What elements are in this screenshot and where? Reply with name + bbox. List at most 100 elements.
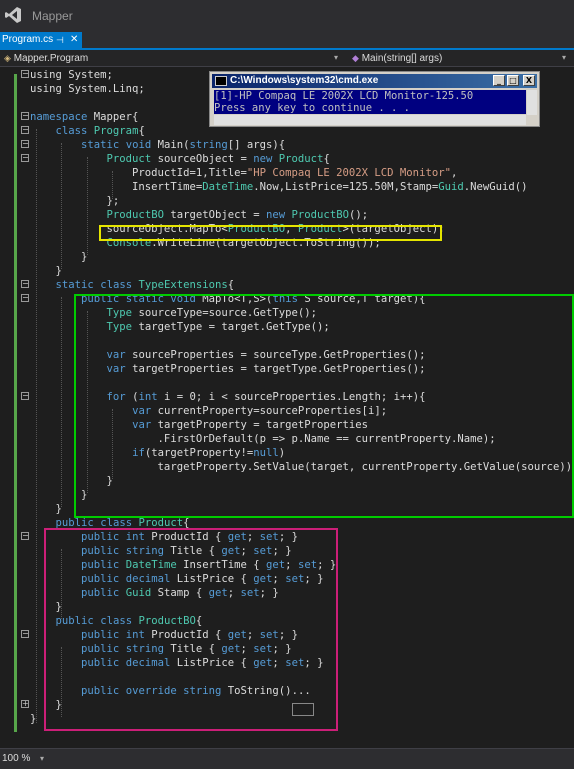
code-token: void	[125, 139, 152, 151]
code-token: new	[266, 209, 286, 221]
console-title: C:\Windows\system32\cmd.exe	[230, 75, 379, 86]
code-token: }	[30, 251, 88, 263]
code-editor[interactable]: − − − − − − − − − − + using System; using…	[0, 67, 574, 747]
code-token: namespace	[30, 111, 88, 123]
chevron-down-icon[interactable]: ▾	[334, 50, 338, 66]
code-line: using System.Linq;	[30, 82, 145, 96]
code-token: DateTime	[202, 181, 254, 193]
collapse-icon[interactable]: −	[21, 294, 29, 302]
collapse-icon[interactable]: −	[21, 140, 29, 148]
code-token: ProductBO	[106, 209, 164, 221]
code-line: ProductBO targetObject = new ProductBO()…	[30, 208, 369, 222]
code-token: {	[227, 279, 235, 291]
code-token: Main(	[151, 139, 190, 151]
code-token: .NewGuid()	[463, 181, 528, 193]
pin-icon[interactable]: ⊣	[56, 32, 64, 48]
code-token: }	[30, 503, 62, 515]
code-token: sourceObject =	[151, 153, 254, 165]
code-line: InsertTime=DateTime.Now,ListPrice=125.50…	[30, 180, 528, 194]
type-dropdown[interactable]: ◈ Mapper.Program	[4, 50, 88, 67]
code-token: targetObject =	[163, 209, 267, 221]
collapse-icon[interactable]: −	[21, 630, 29, 638]
close-icon[interactable]: ✕	[70, 32, 78, 48]
console-icon	[215, 76, 227, 86]
method-icon: ◆	[352, 53, 359, 63]
maximize-button[interactable]: □	[507, 75, 519, 86]
document-tab-strip: Program.cs ⊣ ✕	[0, 32, 574, 50]
code-token: Mapper{	[87, 111, 139, 123]
title-bar: Mapper	[0, 0, 574, 32]
collapse-icon[interactable]: −	[21, 532, 29, 540]
code-token: };	[30, 195, 120, 207]
code-token: ();	[348, 209, 369, 221]
code-line: ProductId=1,Title="HP Compaq LE 2002X LC…	[30, 166, 457, 180]
console-horizontal-scrollbar[interactable]	[214, 115, 526, 125]
code-line: }	[30, 502, 62, 516]
close-button[interactable]: X	[523, 75, 535, 86]
code-token: new	[253, 153, 273, 165]
member-dropdown[interactable]: ◆ Main(string[] args)	[352, 50, 442, 67]
console-title-bar[interactable]: C:\Windows\system32\cmd.exe _ □ X	[212, 74, 537, 88]
console-window[interactable]: C:\Windows\system32\cmd.exe _ □ X [1]-HP…	[209, 71, 540, 127]
model-classes-highlight	[44, 528, 338, 731]
code-token: class	[55, 125, 88, 137]
mapto-method-highlight	[74, 294, 574, 518]
class-icon: ◈	[4, 53, 11, 63]
zoom-level[interactable]: 100 %	[2, 749, 30, 768]
console-line: Press any key to continue . . .	[214, 102, 410, 114]
code-token: ProductId=1,Title=	[30, 167, 247, 179]
code-token: InsertTime=	[30, 181, 203, 193]
code-token: {	[138, 125, 145, 137]
collapse-icon[interactable]: −	[21, 126, 29, 134]
console-vertical-scrollbar[interactable]	[527, 90, 537, 115]
code-line: class Program{	[30, 124, 145, 138]
navigation-bar: ◈ Mapper.Program ▾ ◆ Main(string[] args)…	[0, 50, 574, 67]
app-title: Mapper	[32, 9, 73, 23]
collapse-icon[interactable]: −	[21, 154, 29, 162]
type-dropdown-label: Mapper.Program	[13, 53, 89, 64]
code-token: static	[81, 139, 120, 151]
code-token: Product	[278, 153, 324, 165]
code-token: string	[189, 139, 228, 151]
collapse-icon[interactable]: −	[21, 392, 29, 400]
code-token: using System.Linq;	[30, 83, 145, 95]
change-bar	[14, 662, 17, 732]
member-dropdown-label: Main(string[] args)	[361, 53, 443, 64]
code-line: Product sourceObject = new Product{	[30, 152, 330, 166]
editor-status-bar: 100 % ▾	[0, 748, 574, 769]
tab-program-cs[interactable]: Program.cs ⊣ ✕	[0, 32, 82, 48]
collapse-icon[interactable]: −	[21, 280, 29, 288]
collapse-icon[interactable]: −	[21, 70, 29, 78]
code-token: Program	[93, 125, 139, 137]
code-token: TypeExtensions	[138, 279, 228, 291]
code-token: Product	[106, 153, 152, 165]
code-token: [] args){	[227, 139, 286, 151]
code-line: }	[30, 250, 87, 264]
code-token: ProductBO	[291, 209, 349, 221]
code-token: {	[323, 153, 330, 165]
code-token: .Now,ListPrice=125.50M,Stamp=	[253, 181, 439, 193]
minimize-button[interactable]: _	[493, 75, 505, 86]
code-line: static void Main(string[] args){	[30, 138, 285, 152]
chevron-down-icon[interactable]: ▾	[40, 749, 44, 768]
change-bar	[14, 270, 17, 662]
code-line: namespace Mapper{	[30, 110, 138, 124]
console-line: [1]-HP Compaq LE 2002X LCD Monitor-125.5…	[214, 90, 474, 102]
console-output: [1]-HP Compaq LE 2002X LCD Monitor-125.5…	[214, 90, 526, 114]
chevron-down-icon[interactable]: ▾	[562, 50, 566, 66]
expand-icon[interactable]: +	[21, 700, 29, 708]
code-token: using System;	[30, 69, 113, 81]
collapsed-region-marker[interactable]	[292, 703, 314, 716]
code-line: static class TypeExtensions{	[30, 278, 235, 292]
code-line: }	[30, 712, 36, 726]
tab-label: Program.cs	[2, 34, 54, 45]
code-token: Guid	[438, 181, 464, 193]
collapse-icon[interactable]: −	[21, 112, 29, 120]
code-line: };	[30, 194, 120, 208]
